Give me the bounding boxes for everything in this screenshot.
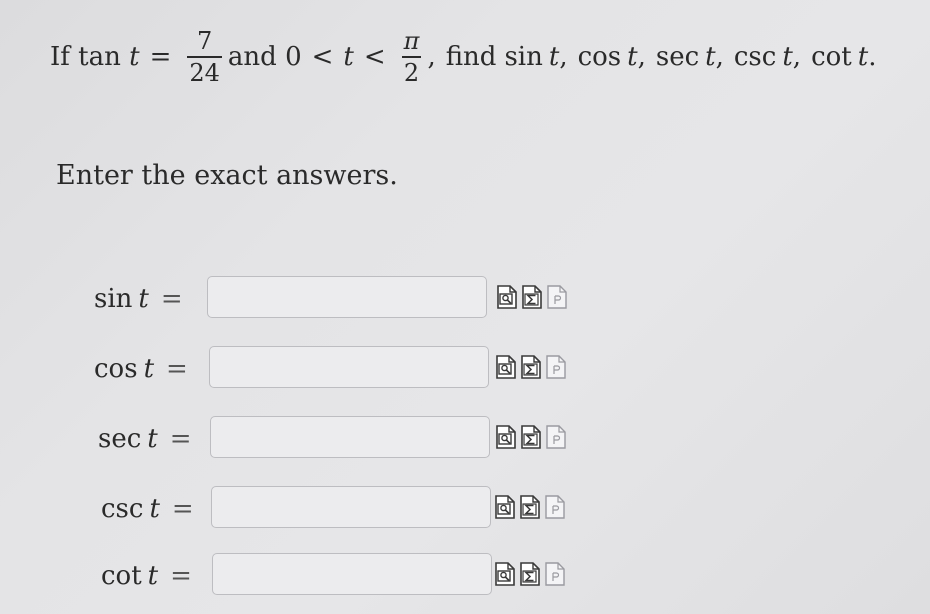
target-function: sin — [504, 42, 543, 72]
question-find-text: find — [445, 42, 497, 72]
target-variable: t — [627, 42, 638, 72]
question-less-than-1: < — [311, 42, 334, 72]
question-equals: = — [149, 42, 172, 72]
preview-icon[interactable] — [545, 495, 565, 519]
answer-tools — [497, 285, 567, 309]
target-variable: t — [782, 42, 793, 72]
equation-editor-icon[interactable] — [520, 562, 540, 586]
target-function: cos — [577, 42, 622, 72]
answer-input-cos[interactable] — [209, 346, 489, 388]
answer-function: csc — [101, 494, 144, 524]
question-var-t: t — [129, 42, 140, 72]
answer-input-cot[interactable] — [212, 553, 492, 595]
answer-input-sec[interactable] — [210, 416, 490, 458]
answer-input-csc[interactable] — [211, 486, 491, 528]
target-separator: , — [559, 42, 568, 72]
image-search-icon[interactable] — [495, 495, 515, 519]
answer-label-csc: csc t = — [101, 494, 194, 524]
equation-editor-icon[interactable] — [521, 425, 541, 449]
answer-tools — [496, 425, 566, 449]
target-function: sec — [655, 42, 700, 72]
question-target-cot: cot t. — [811, 42, 876, 72]
answer-row-cos: cos t = — [0, 346, 930, 392]
answer-row-sec: sec t = — [0, 416, 930, 462]
equation-editor-icon[interactable] — [521, 355, 541, 379]
answer-equals: = — [160, 284, 183, 314]
target-variable: t — [857, 42, 869, 72]
answer-function: sec — [98, 424, 142, 454]
question-target-cos: cos t, — [578, 42, 646, 72]
question-text: If tan t = 7 24 and 0 < t < π 2 , find s… — [50, 22, 910, 92]
fraction-tan-value: 7 24 — [187, 29, 222, 85]
fraction-denominator: 24 — [189, 58, 220, 87]
answer-label-sin: sin t = — [94, 284, 183, 314]
answer-function: cos — [94, 354, 138, 384]
target-function: cot — [811, 42, 852, 72]
equation-editor-icon[interactable] — [522, 285, 542, 309]
answer-equals: = — [169, 424, 192, 454]
question-less-than-2: < — [363, 42, 386, 72]
answer-label-cos: cos t = — [94, 354, 188, 384]
answer-variable: t — [143, 354, 155, 384]
question-prefix: If tan — [50, 42, 121, 72]
answer-tools — [495, 495, 565, 519]
image-search-icon[interactable] — [495, 562, 515, 586]
question-comma: , — [427, 42, 436, 72]
answer-tools — [495, 562, 565, 586]
target-separator: . — [868, 42, 877, 72]
preview-icon[interactable] — [545, 562, 565, 586]
instruction-text: Enter the exact answers. — [56, 160, 398, 191]
question-targets: sin t, cos t, sec t, csc t, cot t. — [504, 42, 876, 72]
answer-row-sin: sin t = — [0, 276, 930, 322]
target-separator: , — [792, 42, 802, 72]
answer-input-sin[interactable] — [207, 276, 487, 318]
preview-icon[interactable] — [546, 425, 566, 449]
answer-function: sin — [94, 284, 133, 314]
answer-function: cot — [101, 561, 142, 591]
answer-variable: t — [149, 494, 160, 524]
answer-row-csc: csc t = — [0, 486, 930, 532]
answer-equals: = — [166, 354, 188, 384]
preview-icon[interactable] — [547, 285, 567, 309]
answer-label-sec: sec t = — [98, 424, 192, 454]
answer-tools — [496, 355, 566, 379]
equation-editor-icon[interactable] — [520, 495, 540, 519]
image-search-icon[interactable] — [496, 355, 516, 379]
answer-row-cot: cot t = — [0, 553, 930, 599]
fraction-pi-over-2: π 2 — [401, 27, 422, 87]
question-var-t2: t — [343, 42, 354, 72]
answer-label-cot: cot t = — [101, 561, 192, 591]
target-separator: , — [637, 42, 646, 72]
image-search-icon[interactable] — [496, 425, 516, 449]
question-target-sin: sin t, — [504, 42, 567, 72]
fraction-denominator-2: 2 — [403, 58, 420, 87]
target-variable: t — [705, 42, 716, 72]
fraction-numerator: 7 — [197, 27, 213, 56]
answer-variable: t — [147, 424, 158, 454]
question-target-csc: csc t, — [734, 42, 801, 72]
answer-equals: = — [171, 494, 194, 524]
answer-equals: = — [170, 561, 192, 591]
target-separator: , — [715, 42, 724, 72]
preview-icon[interactable] — [546, 355, 566, 379]
image-search-icon[interactable] — [497, 285, 517, 309]
answer-variable: t — [147, 561, 159, 591]
question-target-sec: sec t, — [656, 42, 724, 72]
answer-variable: t — [138, 284, 149, 314]
target-function: csc — [733, 42, 777, 72]
target-variable: t — [548, 42, 560, 72]
question-and-text: and 0 — [227, 42, 302, 72]
fraction-numerator-pi: π — [403, 27, 420, 56]
